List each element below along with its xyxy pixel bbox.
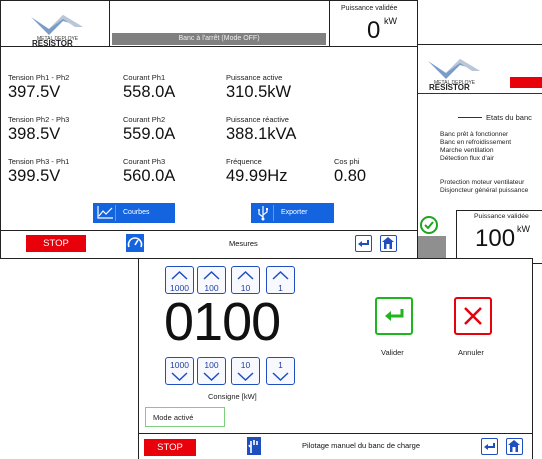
measure-label: Tension Ph3 - Ph1 — [8, 157, 70, 166]
validated-power-label: Puissance validée — [474, 213, 529, 220]
screen: METAL DEPLOYE RESISTOR Etats du banc Ban… — [0, 0, 542, 459]
stop-button[interactable]: STOP — [26, 235, 86, 252]
status-item: Marche ventilation — [440, 147, 494, 154]
home-icon — [382, 237, 394, 249]
home-button[interactable] — [506, 438, 523, 455]
measures-window: METAL DEPLOYE RESISTOR Banc à l'arrêt (M… — [0, 0, 418, 259]
measure-value: 558.0A — [123, 83, 176, 101]
increment-10-button[interactable]: 10 — [231, 266, 260, 294]
decrement-1000-button[interactable]: 1000 — [165, 357, 194, 385]
check-icon — [420, 216, 438, 234]
bank-state-bar: Banc à l'arrêt (Mode OFF) — [112, 33, 326, 45]
measures-footer-bar: STOP Mesures — [1, 230, 417, 254]
export-button[interactable]: Exporter — [251, 203, 334, 223]
increment-100-button[interactable]: 100 — [197, 266, 226, 294]
increment-1000-button[interactable]: 1000 — [165, 266, 194, 294]
close-icon — [464, 307, 482, 325]
status-block — [416, 236, 446, 260]
svg-text:RESISTOR: RESISTOR — [429, 83, 470, 91]
back-arrow-icon — [358, 240, 369, 247]
increment-1-button[interactable]: 1 — [266, 266, 295, 294]
svg-text:RESISTOR: RESISTOR — [32, 39, 73, 47]
gauge-icon — [127, 237, 143, 248]
export-label: Exporter — [281, 209, 308, 216]
status-item: Banc en refroidissement — [440, 139, 512, 146]
validated-power-value: 0 — [367, 17, 381, 44]
measure-value: 49.99Hz — [226, 167, 288, 185]
measure-value: 399.5V — [8, 167, 61, 185]
measure-label: Puissance active — [226, 73, 283, 82]
status-item: Disjoncteur général puissance — [440, 187, 529, 194]
mode-status: Mode activé — [145, 407, 225, 427]
measure-value: 398.5V — [8, 125, 61, 143]
status-indicator-strip — [510, 77, 542, 88]
measure-label: Fréquence — [226, 157, 262, 166]
cancel-button[interactable] — [454, 297, 492, 335]
back-button[interactable] — [481, 438, 498, 455]
hand-icon[interactable] — [247, 437, 261, 455]
validated-power-box: Puissance validée 100 kW — [456, 210, 542, 260]
cancel-label: Annuler — [458, 348, 484, 357]
measure-value: 310.5kW — [226, 83, 292, 101]
measure-label: Courant Ph3 — [123, 157, 166, 166]
measure-value: 388.1kVA — [226, 125, 297, 143]
status-item: Protection moteur ventilateur — [440, 179, 525, 186]
status-title: Etats du banc — [486, 113, 532, 122]
back-button[interactable] — [355, 235, 372, 252]
back-arrow-icon — [484, 443, 495, 450]
validated-power-label: Puissance validée — [341, 5, 398, 12]
validate-button[interactable] — [375, 297, 413, 335]
status-window: METAL DEPLOYE RESISTOR Etats du banc Ban… — [415, 44, 542, 264]
measure-label: Tension Ph1 - Ph2 — [8, 73, 70, 82]
home-button[interactable] — [380, 235, 397, 252]
setpoint-label: Consigne [kW] — [208, 392, 257, 401]
measure-value: 559.0A — [123, 125, 176, 143]
decrement-100-button[interactable]: 100 — [197, 357, 226, 385]
measures-header: METAL DEPLOYE RESISTOR Banc à l'arrêt (M… — [1, 1, 417, 48]
enter-arrow-icon — [385, 309, 404, 321]
validated-power-value: 100 — [475, 225, 516, 252]
decrement-1-button[interactable]: 1 — [266, 357, 295, 385]
usb-icon — [254, 205, 274, 221]
curves-label: Courbes — [123, 209, 150, 216]
measure-label: Cos phi — [334, 157, 360, 166]
stop-button[interactable]: STOP — [144, 439, 196, 456]
home-icon — [508, 440, 520, 452]
chart-icon — [96, 205, 116, 221]
measure-label: Tension Ph2 - Ph3 — [8, 115, 70, 124]
measure-label: Puissance réactive — [226, 115, 289, 124]
manual-footer-bar: STOP Pilotage manuel du banc de charge — [139, 433, 532, 457]
validated-power-unit: kW — [384, 16, 397, 26]
status-item: Détection flux d'air — [440, 155, 495, 162]
measure-value: 560.0A — [123, 167, 176, 185]
status-item: Banc prêt à fonctionner — [440, 131, 509, 138]
brand-logo: METAL DEPLOYE RESISTOR — [420, 51, 498, 92]
validated-power-unit: kW — [517, 224, 530, 234]
brand-logo: METAL DEPLOYE RESISTOR — [23, 7, 101, 48]
measure-value: 0.80 — [334, 167, 367, 185]
gauge-button[interactable] — [126, 234, 144, 252]
manual-control-window: 1000 100 10 1 0100 1000 100 10 1 Consign… — [138, 258, 533, 459]
setpoint-display: 0100 — [164, 292, 281, 352]
measures-footer-title: Mesures — [229, 239, 258, 248]
validate-label: Valider — [381, 348, 404, 357]
measure-label: Courant Ph1 — [123, 73, 166, 82]
measure-value: 397.5V — [8, 83, 61, 101]
measure-label: Courant Ph2 — [123, 115, 166, 124]
curves-button[interactable]: Courbes — [93, 203, 175, 223]
manual-footer-title: Pilotage manuel du banc de charge — [302, 441, 421, 450]
decrement-10-button[interactable]: 10 — [231, 357, 260, 385]
